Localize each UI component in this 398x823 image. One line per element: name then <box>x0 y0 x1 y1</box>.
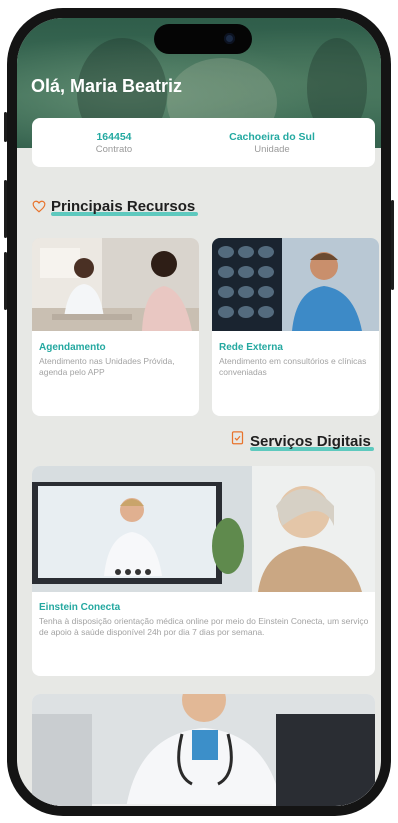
doctor-desk-photo <box>32 694 375 806</box>
consultation-photo <box>32 238 199 331</box>
contract-info: 164454 Contrato <box>44 131 184 155</box>
section-title-digital: Serviços Digitais <box>250 433 371 450</box>
camera-icon <box>224 33 235 44</box>
heart-icon <box>32 200 46 213</box>
dynamic-island <box>154 24 252 54</box>
service-card-einstein-conecta[interactable]: Einstein Conecta Tenha à disposição orie… <box>32 466 375 676</box>
side-button <box>4 112 7 142</box>
resource-title: Rede Externa <box>219 342 283 353</box>
unit-info: Cachoeira do Sul Unidade <box>202 131 342 155</box>
service-title: Einstein Conecta <box>39 602 121 613</box>
resource-description: Atendimento nas Unidades Próvida, agenda… <box>39 356 175 377</box>
resource-description: Atendimento em consultórios e clínicas c… <box>219 356 367 377</box>
contract-label: Contrato <box>95 144 133 155</box>
service-card-doctor[interactable] <box>32 694 375 806</box>
section-title-resources: Principais Recursos <box>51 198 196 215</box>
telemedicine-photo <box>32 466 375 592</box>
volume-up-button <box>4 180 7 238</box>
contract-number: 164454 <box>96 131 132 143</box>
clipboard-check-icon <box>231 431 244 445</box>
resource-card-rede-externa[interactable]: Rede Externa Atendimento em consultórios… <box>212 238 379 416</box>
volume-down-button <box>4 252 7 310</box>
service-description: Tenha à disposição orientação médica onl… <box>39 616 369 637</box>
contract-info-card: 164454 Contrato Cachoeira do Sul Unidade <box>32 118 375 167</box>
doctor-xray-photo <box>212 238 379 331</box>
greeting-title: Olá, Maria Beatriz <box>31 76 183 96</box>
resource-title: Agendamento <box>39 342 106 353</box>
unit-label: Unidade <box>254 144 290 155</box>
unit-name: Cachoeira do Sul <box>229 131 315 143</box>
resource-card-agendamento[interactable]: Agendamento Atendimento nas Unidades Pró… <box>32 238 199 416</box>
power-button <box>391 200 394 290</box>
app-screen: Olá, Maria Beatriz 164454 Contrato Cacho… <box>17 18 381 806</box>
